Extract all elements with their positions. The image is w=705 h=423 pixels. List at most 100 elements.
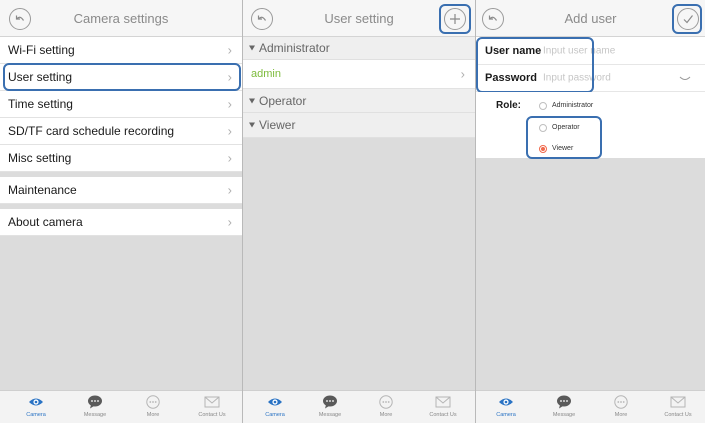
chevron-right-icon: › [227,214,232,230]
username-label: User name [485,44,542,57]
eye-icon [499,398,513,406]
chevron-right-icon: › [227,150,232,166]
menu-item-label: SD/TF card schedule recording [8,124,175,138]
eye-icon [29,398,43,406]
user-setting-header: User setting [243,0,475,37]
tab-more[interactable]: More [128,395,178,418]
section-label: Administrator [259,41,330,55]
tab-message[interactable]: Message [70,395,120,418]
tab-label: Contact Us [664,412,692,418]
tab-camera[interactable]: Camera [250,395,300,418]
more-dots-icon [379,395,393,409]
page-title: Camera settings [73,11,169,26]
tab-contact-us[interactable]: Contact Us [187,395,237,418]
menu-item-label: Wi-Fi setting [8,43,75,57]
more-dots-icon [146,395,160,409]
menu-item-label: Misc setting [8,151,72,165]
radio-administrator[interactable] [539,102,547,110]
password-input[interactable] [543,72,653,84]
tab-label: Camera [496,412,516,418]
tab-label: More [379,412,393,418]
chat-bubble-icon [88,395,102,409]
eye-icon [268,398,282,406]
tab-label: Contact Us [198,412,226,418]
chat-bubble-icon [323,395,337,409]
user-row-admin[interactable]: admin › [243,60,475,89]
chevron-right-icon: › [227,182,232,198]
confirm-button[interactable] [677,8,699,30]
chevron-right-icon: › [227,69,232,85]
tab-message[interactable]: Message [539,395,589,418]
add-user-button[interactable] [444,8,466,30]
menu-item-misc-setting[interactable]: Misc setting › [0,145,242,172]
menu-item-sd-card-recording[interactable]: SD/TF card schedule recording › [0,118,242,145]
hidden-eye-icon[interactable] [679,76,691,82]
envelope-icon [670,396,686,408]
tab-label: Message [83,412,107,418]
password-row: Password [476,65,705,92]
username-row: User name [476,37,705,65]
tab-more[interactable]: More [361,395,411,418]
chevron-right-icon: › [227,96,232,112]
menu-item-label: Maintenance [8,183,77,197]
checkmark-icon [683,15,693,24]
role-option-label: Viewer [552,145,574,152]
envelope-icon [435,396,451,408]
radio-operator[interactable] [539,124,547,132]
tab-more[interactable]: More [596,395,646,418]
tab-label: More [614,412,628,418]
chevron-right-icon: › [227,123,232,139]
chevron-right-icon: › [460,66,465,82]
user-name: admin [251,68,281,80]
role-option-label: Administrator [552,102,594,109]
bottom-tab-bar: Camera Message More Contact Us [243,390,475,423]
tab-label: Contact Us [429,412,457,418]
menu-item-wifi-setting[interactable]: Wi-Fi setting › [0,37,242,64]
page-title: Add user [564,11,617,26]
radio-viewer[interactable] [539,145,547,153]
password-label: Password [485,72,537,84]
section-viewer[interactable]: Viewer [243,113,475,138]
menu-item-label: Time setting [8,97,73,111]
role-options-box: Operator Viewer [528,116,600,158]
envelope-icon [204,396,220,408]
tab-label: Camera [265,412,285,418]
triangle-down-icon [249,98,255,103]
tab-label: Camera [26,412,46,418]
chat-bubble-icon [557,395,571,409]
menu-item-label: User setting [8,70,73,84]
section-administrator[interactable]: Administrator [243,37,475,60]
menu-item-about-camera[interactable]: About camera › [0,209,242,236]
more-dots-icon [614,395,628,409]
tab-camera[interactable]: Camera [481,395,531,418]
tab-contact-us[interactable]: Contact Us [418,395,468,418]
section-label: Viewer [259,118,296,132]
add-user-header: Add user [476,0,705,37]
tab-contact-us[interactable]: Contact Us [653,395,703,418]
page-title: User setting [324,11,394,26]
username-input[interactable] [543,45,653,56]
tab-label: Message [318,412,342,418]
bottom-tab-bar: Camera Message More Contact Us [476,390,705,423]
menu-item-label: About camera [8,215,83,229]
triangle-down-icon [249,122,255,128]
triangle-down-icon [249,45,255,51]
user-setting-panel: User setting Administrator admin › Opera… [243,0,476,423]
menu-item-user-setting[interactable]: User setting › [0,64,242,91]
chevron-right-icon: › [227,42,232,58]
camera-settings-panel: Camera settings Wi-Fi setting › User set… [0,0,243,423]
camera-settings-header: Camera settings [0,0,242,37]
role-option-label: Operator [552,124,580,131]
bottom-tab-bar: Camera Message More Contact Us [0,390,242,423]
section-label: Operator [259,93,307,108]
tab-label: Message [552,412,576,418]
add-user-panel: Add user User name Password Role: Admini… [476,0,705,423]
plus-icon [450,14,460,24]
tab-message[interactable]: Message [305,395,355,418]
menu-item-time-setting[interactable]: Time setting › [0,91,242,118]
tab-camera[interactable]: Camera [11,395,61,418]
role-label: Role: [496,100,521,111]
section-operator[interactable]: Operator [243,89,475,113]
tab-label: More [146,412,160,418]
menu-item-maintenance[interactable]: Maintenance › [0,177,242,204]
